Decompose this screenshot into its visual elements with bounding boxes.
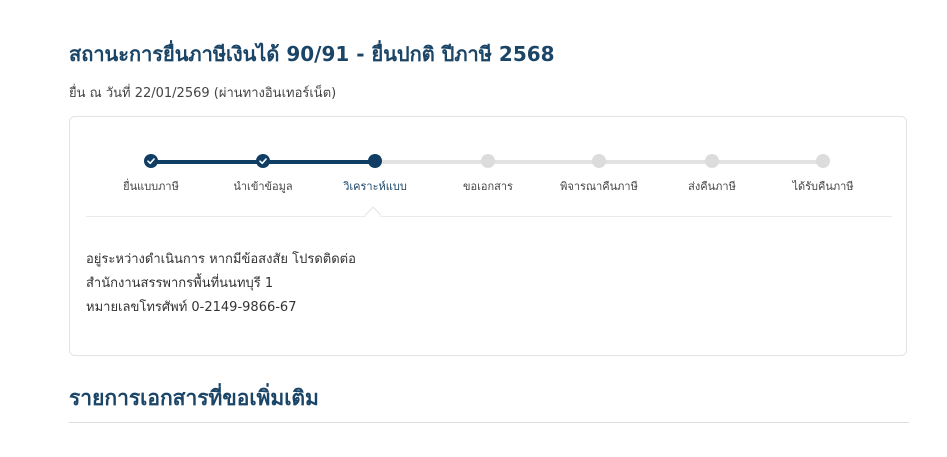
section-divider <box>69 422 909 423</box>
step-import-data: นำเข้าข้อมูล <box>203 154 323 195</box>
step-label: ได้รับคืนภาษี <box>792 180 854 193</box>
step-consider-refund: พิจารณาคืนภาษี <box>539 154 659 195</box>
progress-stepper: ยื่นแบบภาษี นำเข้าข้อมูล วิเคราะห์แบบ ขอ… <box>70 117 906 217</box>
pending-step-dot-icon <box>705 154 719 168</box>
status-card: ยื่นแบบภาษี นำเข้าข้อมูล วิเคราะห์แบบ ขอ… <box>69 116 907 356</box>
step-analyze: วิเคราะห์แบบ <box>315 154 435 195</box>
step-label: นำเข้าข้อมูล <box>233 180 293 193</box>
step-send-refund: ส่งคืนภาษี <box>652 154 772 195</box>
step-label: ขอเอกสาร <box>463 180 513 193</box>
tax-office-phone: หมายเลขโทรศัพท์ 0-2149-9866-67 <box>86 300 297 315</box>
current-step-dot-icon <box>368 154 382 168</box>
page-title: สถานะการยื่นภาษีเงินได้ 90/91 - ยื่นปกติ… <box>69 42 555 66</box>
pending-step-dot-icon <box>592 154 606 168</box>
pending-step-dot-icon <box>481 154 495 168</box>
step-label: วิเคราะห์แบบ <box>343 180 407 193</box>
check-icon <box>144 154 158 168</box>
tax-office-name: สำนักงานสรรพากรพื้นที่นนทบุรี 1 <box>86 276 274 291</box>
step-request-documents: ขอเอกสาร <box>428 154 548 195</box>
step-receive-refund: ได้รับคืนภาษี <box>763 154 883 195</box>
status-message-line: อยู่ระหว่างดำเนินการ หากมีข้อสงสัย โปรดต… <box>86 252 356 267</box>
check-icon <box>256 154 270 168</box>
pending-step-dot-icon <box>816 154 830 168</box>
step-label: พิจารณาคืนภาษี <box>560 180 638 193</box>
filed-date-info: ยื่น ณ วันที่ 22/01/2569 (ผ่านทางอินเทอร… <box>69 86 337 101</box>
tax-status-page: สถานะการยื่นภาษีเงินได้ 90/91 - ยื่นปกติ… <box>0 0 947 457</box>
step-label: ยื่นแบบภาษี <box>123 180 179 193</box>
step-label: ส่งคืนภาษี <box>688 180 736 193</box>
card-divider <box>86 216 892 217</box>
status-message: อยู่ระหว่างดำเนินการ หากมีข้อสงสัย โปรดต… <box>86 248 356 320</box>
step-file-return: ยื่นแบบภาษี <box>91 154 211 195</box>
documents-section-title: รายการเอกสารที่ขอเพิ่มเติม <box>69 386 319 410</box>
